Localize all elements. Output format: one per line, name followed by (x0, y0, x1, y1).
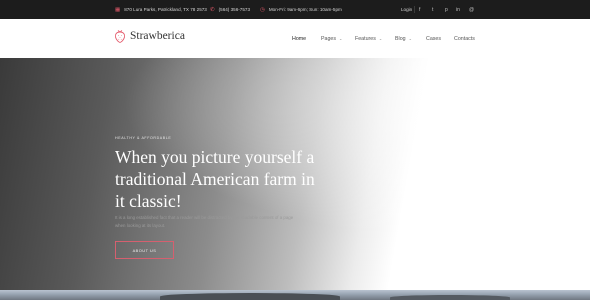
landscape-image (0, 290, 590, 300)
hero-section: HEALTHY & AFFORDABLE When you picture yo… (0, 58, 590, 290)
login-link[interactable]: Login (401, 0, 412, 19)
nav-label: Contacts (454, 35, 475, 42)
address-text: 870 Lura Parks, Patrickland, TX 78 2573 (124, 7, 207, 12)
social-twitter-icon[interactable]: t (432, 0, 433, 19)
nav-label: Pages (321, 35, 337, 42)
site-header: Strawberica Home Pages ⌄ Features ⌄ Blog… (0, 19, 590, 58)
mountain-shape (390, 295, 510, 300)
hero-kicker: HEALTHY & AFFORDABLE (115, 136, 172, 140)
strawberry-icon (114, 30, 126, 43)
logo[interactable]: Strawberica (114, 29, 185, 43)
divider (414, 6, 415, 13)
hero-headline: When you picture yourself a traditional … (115, 147, 315, 211)
login-label[interactable]: Login (401, 7, 412, 12)
nav-cases[interactable]: Cases (426, 19, 441, 58)
social-pinterest-icon[interactable]: p (445, 0, 448, 19)
nav-contacts[interactable]: Contacts (454, 19, 475, 58)
nav-home[interactable]: Home (292, 19, 306, 58)
nav-pages[interactable]: Pages ⌄ (321, 19, 342, 58)
address-item: ▦ 870 Lura Parks, Patrickland, TX 78 257… (115, 0, 207, 19)
phone-icon: ✆ (210, 6, 215, 13)
chevron-down-icon: ⌄ (339, 36, 343, 41)
phone-item[interactable]: ✆ (564) 356-7573 (210, 0, 250, 19)
social-linkedin-icon[interactable]: in (456, 0, 460, 19)
nav-label: Home (292, 35, 307, 42)
chevron-down-icon: ⌄ (378, 36, 383, 41)
phone-text[interactable]: (564) 356-7573 (219, 7, 250, 12)
social-facebook-icon[interactable]: f (419, 0, 420, 19)
chevron-down-icon: ⌄ (408, 36, 412, 41)
brand-name: Strawberica (130, 30, 185, 42)
nav-label: Blog (395, 35, 406, 42)
about-us-button[interactable]: ABOUT US (115, 241, 174, 259)
top-bar: ▦ 870 Lura Parks, Patrickland, TX 78 257… (0, 0, 590, 19)
nav-blog[interactable]: Blog ⌄ (395, 19, 412, 58)
hours-item: ◷ Mon-Fri: 9am-6pm; Sun: 10am-5pm (260, 0, 342, 19)
map-pin-icon: ▦ (115, 6, 121, 13)
mountain-shape (160, 293, 340, 300)
hero-description: It is a long established fact that a rea… (115, 215, 294, 228)
nav-features[interactable]: Features ⌄ (355, 19, 382, 58)
nav-label: Cases (426, 35, 442, 42)
nav-label: Features (355, 35, 376, 42)
hours-text: Mon-Fri: 9am-6pm; Sun: 10am-5pm (268, 7, 342, 12)
social-instagram-icon[interactable]: @ (469, 0, 474, 19)
clock-icon: ◷ (260, 6, 265, 13)
